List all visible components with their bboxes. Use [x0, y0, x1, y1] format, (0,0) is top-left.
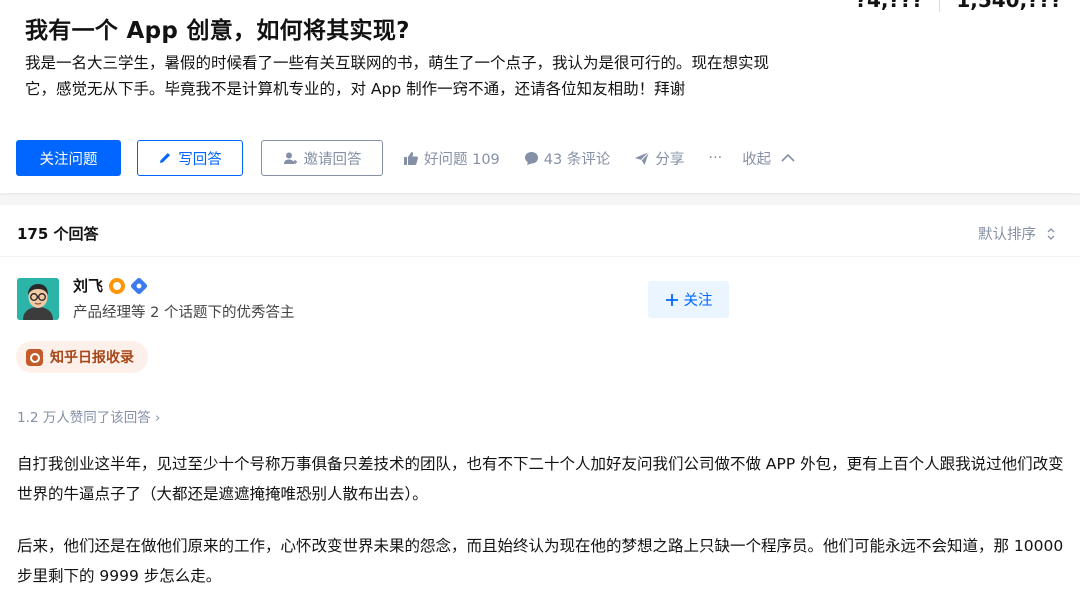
collapse-button[interactable]: 收起: [742, 148, 796, 169]
more-button[interactable]: ···: [708, 150, 722, 166]
good-question-label: 好问题 109: [424, 151, 500, 168]
share-button[interactable]: 分享: [634, 148, 684, 169]
zhihu-daily-label: 知乎日报收录: [50, 350, 134, 366]
invite-answer-button[interactable]: 邀请回答: [261, 140, 383, 176]
follow-author-button[interactable]: 关注: [648, 281, 729, 318]
zhihu-daily-tag[interactable]: 知乎日报收录: [16, 341, 148, 373]
collapse-label: 收起: [742, 151, 772, 168]
plus-icon: [665, 293, 678, 306]
author-name[interactable]: 刘飞: [73, 275, 103, 296]
certified-badge-icon[interactable]: [129, 276, 149, 295]
pencil-icon: [160, 153, 171, 163]
question-stats: ?4,??? 1,540,???: [855, 0, 1062, 12]
sort-dropdown[interactable]: 默认排序: [978, 223, 1056, 244]
sort-label: 默认排序: [978, 227, 1036, 243]
zhihu-daily-icon: [26, 348, 43, 366]
chevron-up-icon: [781, 153, 795, 162]
view-count: 1,540,???: [956, 0, 1062, 12]
answer-paragraph: 自打我创业这半年，见过至少十个号称万事俱备只差技术的团队，也有不下二十个人加好友…: [17, 455, 1064, 503]
follower-count: ?4,???: [855, 0, 924, 12]
answer-count: 175 个回答: [17, 225, 99, 243]
answers-list: 175 个回答 默认排序 刘飞 产品经理等 2 个话题下的优秀答主 关注 知乎日…: [0, 205, 1080, 591]
comment-icon: [524, 151, 538, 165]
upvote-summary[interactable]: 1.2 万人赞同了该回答 ›: [17, 406, 160, 426]
answers-list-header: 175 个回答 默认排序: [0, 205, 1080, 257]
answer-paragraph: 后来，他们还是在做他们原来的工作，心怀改变世界未果的怨念，而且始终认为现在他的梦…: [17, 537, 1064, 585]
good-question-button[interactable]: 好问题 109: [403, 148, 500, 169]
stats-divider: [939, 0, 941, 12]
thumbs-up-icon: [404, 151, 418, 165]
share-icon: [635, 151, 650, 165]
invite-person-icon: [283, 152, 297, 164]
author-description: 产品经理等 2 个话题下的优秀答主: [73, 305, 295, 321]
avatar[interactable]: [17, 278, 59, 320]
comments-label: 43 条评论: [543, 151, 611, 168]
question-title: 我有一个 App 创意，如何将其实现?: [25, 18, 410, 44]
write-answer-button[interactable]: 写回答: [137, 140, 243, 176]
question-description: 我是一名大三学生，暑假的时候看了一些有关互联网的书，萌生了一个点子，我认为是很可…: [25, 54, 770, 98]
author-name-row: 刘飞: [73, 275, 149, 296]
invite-answer-label: 邀请回答: [303, 151, 362, 168]
author-avatar-icon: [17, 278, 59, 320]
excellent-answerer-badge-icon[interactable]: [109, 277, 126, 294]
follow-question-button[interactable]: 关注问题: [16, 140, 121, 176]
share-label: 分享: [655, 151, 685, 168]
comments-button[interactable]: 43 条评论: [524, 148, 611, 169]
question-header: ?4,??? 1,540,??? 我有一个 App 创意，如何将其实现? 我是一…: [0, 0, 1080, 193]
sort-toggle-icon: [1047, 227, 1055, 240]
write-answer-label: 写回答: [178, 151, 222, 168]
question-actions: 关注问题 写回答 邀请回答 好问题 109 43 条评论 分享 ··· 收起: [16, 140, 796, 176]
follow-author-label: 关注: [683, 293, 713, 309]
answer-content: 自打我创业这半年，见过至少十个号称万事俱备只差技术的团队，也有不下二十个人加好友…: [17, 449, 1067, 591]
